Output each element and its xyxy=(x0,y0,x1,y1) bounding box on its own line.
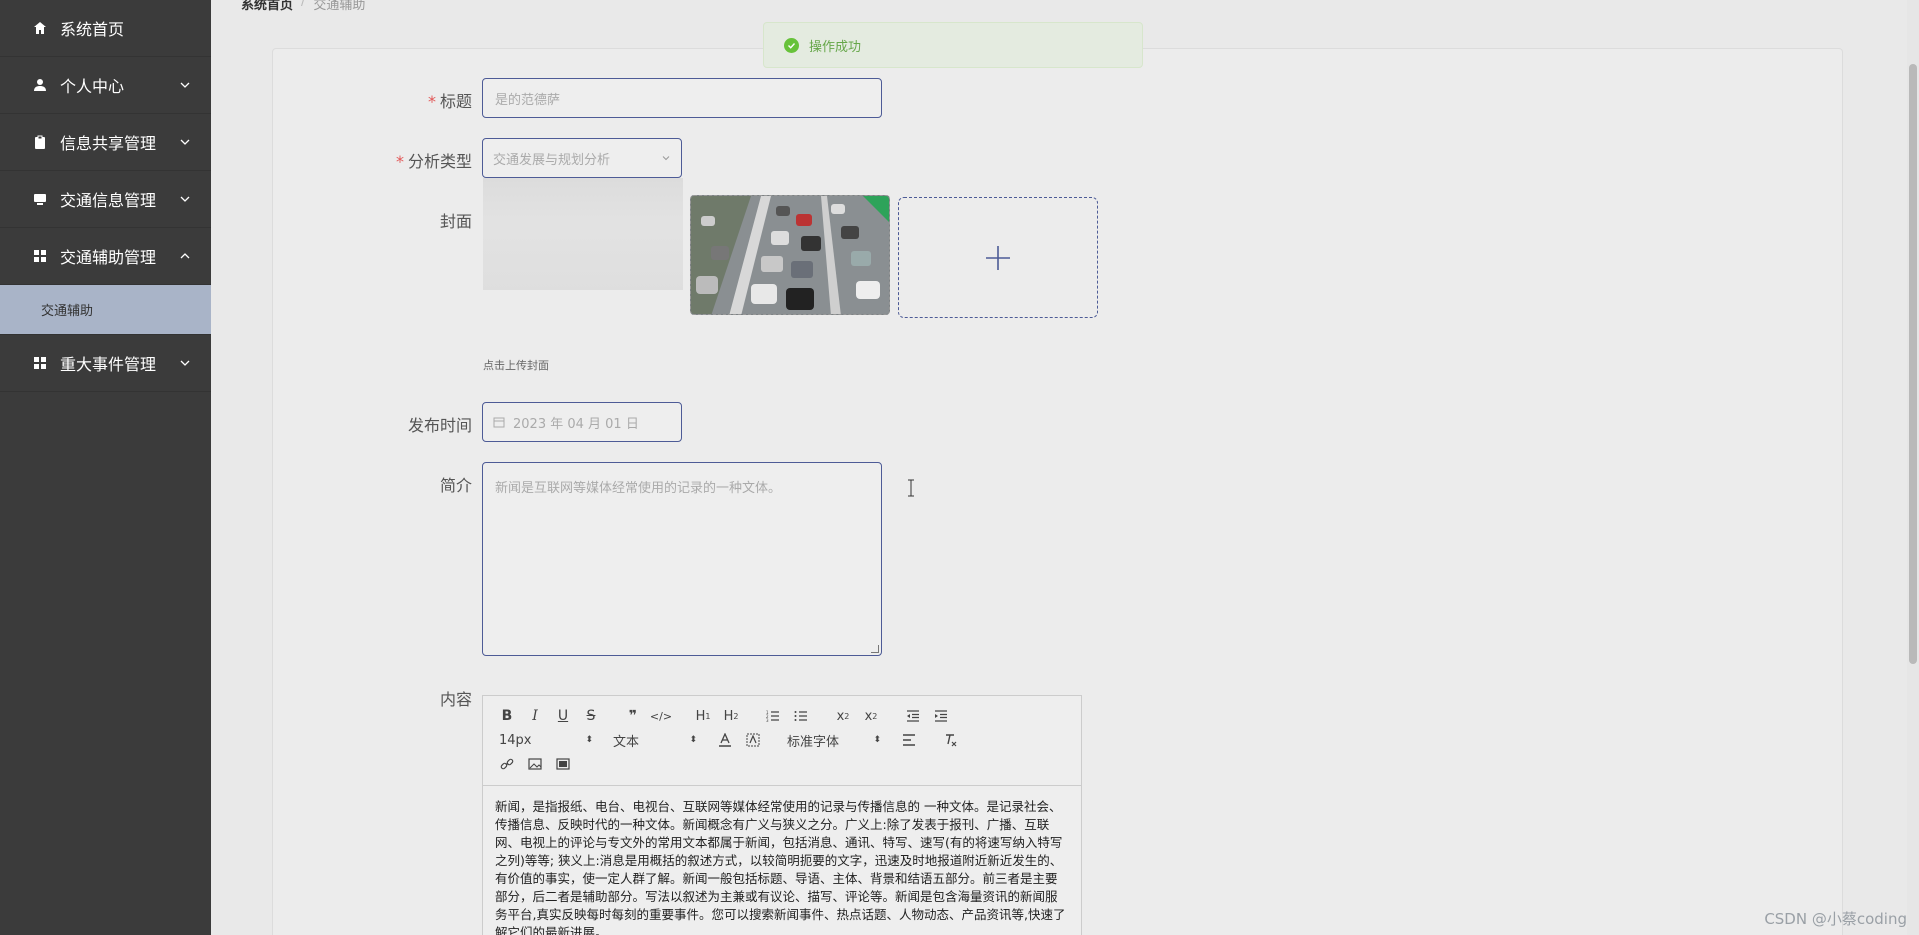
clear-format-icon[interactable] xyxy=(937,728,965,752)
date-picker[interactable]: 2023 年 04 月 01 日 xyxy=(482,402,682,442)
traffic-image xyxy=(691,196,889,314)
rich-text-editor[interactable]: B I U S ❞ </> H1 H2 123 x2 x2 14px ⬍ 文本 ⬍ xyxy=(482,695,1082,935)
date-label: 发布时间 xyxy=(407,416,472,435)
heading1-button[interactable]: H1 xyxy=(689,704,717,728)
chevron-down-icon xyxy=(180,139,190,145)
upload-cover-button[interactable] xyxy=(898,197,1098,318)
bullet-list-icon[interactable] xyxy=(787,704,815,728)
chevron-down-icon xyxy=(180,82,190,88)
link-icon[interactable] xyxy=(493,752,521,776)
page-scrollbar[interactable] xyxy=(1907,0,1919,935)
font-color-icon[interactable] xyxy=(711,728,739,752)
align-icon[interactable] xyxy=(895,728,923,752)
grid-icon xyxy=(32,355,48,371)
superscript-button[interactable]: x2 xyxy=(857,704,885,728)
cover-image-thumbnail[interactable] xyxy=(690,195,890,315)
chevron-down-icon xyxy=(662,156,670,161)
subscript-button[interactable]: x2 xyxy=(829,704,857,728)
bold-button[interactable]: B xyxy=(493,704,521,728)
sidebar-item-info-share[interactable]: 信息共享管理 xyxy=(0,114,211,171)
cover-image-ghost xyxy=(483,178,683,290)
title-input[interactable]: 是的范德萨 xyxy=(482,78,882,118)
strike-button[interactable]: S xyxy=(577,704,605,728)
watermark: CSDN @小蔡coding xyxy=(1764,910,1907,928)
grid-icon xyxy=(32,248,48,264)
content-label: 内容 xyxy=(439,690,472,709)
chevron-down-icon xyxy=(180,196,190,202)
success-corner-badge xyxy=(862,196,889,223)
breadcrumb: 系统首页 / 交通辅助 xyxy=(241,0,365,13)
intro-textarea[interactable]: 新闻是互联网等媒体经常使用的记录的一种文体。 xyxy=(482,462,882,656)
editor-content[interactable]: 新闻，是指报纸、电台、电视台、互联网等媒体经常使用的记录与传播信息的 一种文体。… xyxy=(483,786,1081,935)
date-value: 2023 年 04 月 01 日 xyxy=(513,416,639,432)
chevron-up-icon xyxy=(180,253,190,259)
indent-icon[interactable] xyxy=(927,704,955,728)
sidebar-item-label: 系统首页 xyxy=(60,20,125,39)
underline-button[interactable]: U xyxy=(549,704,577,728)
scrollbar-thumb[interactable] xyxy=(1909,64,1917,664)
italic-button[interactable]: I xyxy=(521,704,549,728)
sidebar-item-label: 个人中心 xyxy=(60,77,125,96)
type-value: 交通发展与规划分析 xyxy=(493,152,611,168)
heading2-button[interactable]: H2 xyxy=(717,704,745,728)
type-select[interactable]: 交通发展与规划分析 xyxy=(482,138,682,178)
plus-icon xyxy=(986,245,1010,270)
toast-message: 操作成功 xyxy=(809,39,862,55)
video-icon[interactable] xyxy=(549,752,577,776)
sidebar-subitem-label: 交通辅助 xyxy=(41,304,94,319)
sidebar-subitem-traffic-assist[interactable]: 交通辅助 xyxy=(0,285,211,335)
sidebar-item-label: 信息共享管理 xyxy=(60,134,157,153)
user-icon xyxy=(32,77,48,93)
ordered-list-icon[interactable]: 123 xyxy=(759,704,787,728)
intro-label: 简介 xyxy=(439,476,472,495)
sidebar-item-label: 交通辅助管理 xyxy=(60,248,157,267)
breadcrumb-home[interactable]: 系统首页 xyxy=(241,0,293,13)
cover-hint: 点击上传封面 xyxy=(483,359,549,372)
background-color-icon[interactable] xyxy=(739,728,767,752)
breadcrumb-separator: / xyxy=(301,0,306,9)
title-label: * 标题 xyxy=(427,92,472,111)
resize-handle[interactable] xyxy=(871,645,879,653)
type-label: * 分析类型 xyxy=(395,152,472,171)
sidebar-item-traffic-assist[interactable]: 交通辅助管理 xyxy=(0,228,211,285)
breadcrumb-current: 交通辅助 xyxy=(313,0,366,13)
calendar-icon xyxy=(493,417,505,428)
success-toast: 操作成功 xyxy=(763,22,1143,68)
font-size-select[interactable]: 14px ⬍ xyxy=(493,733,593,748)
title-value: 是的范德萨 xyxy=(495,92,561,108)
blockquote-button[interactable]: ❞ xyxy=(619,704,647,728)
font-family-select[interactable]: 标准字体 ⬍ xyxy=(781,731,881,750)
sidebar-item-personal[interactable]: 个人中心 xyxy=(0,57,211,114)
sidebar-item-label: 交通信息管理 xyxy=(60,191,157,210)
intro-value: 新闻是互联网等媒体经常使用的记录的一种文体。 xyxy=(495,481,782,496)
text-cursor-icon xyxy=(908,479,914,497)
check-circle-icon xyxy=(784,37,799,53)
cover-label: 封面 xyxy=(439,212,472,231)
sidebar-item-traffic-info[interactable]: 交通信息管理 xyxy=(0,171,211,228)
sidebar-item-label: 重大事件管理 xyxy=(60,355,157,374)
outdent-icon[interactable] xyxy=(899,704,927,728)
image-icon[interactable] xyxy=(521,752,549,776)
editor-toolbar: B I U S ❞ </> H1 H2 123 x2 x2 14px ⬍ 文本 ⬍ xyxy=(483,696,1081,786)
sidebar-item-home[interactable]: 系统首页 xyxy=(0,0,211,57)
clipboard-icon xyxy=(32,134,48,150)
sidebar-item-major-events[interactable]: 重大事件管理 xyxy=(0,335,211,392)
header-select[interactable]: 文本 ⬍ xyxy=(607,731,697,750)
monitor-icon xyxy=(32,191,48,207)
chevron-down-icon xyxy=(180,360,190,366)
sidebar: 系统首页 个人中心 信息共享管理 交通信息管理 交通辅助管理 交通辅助 重大事件… xyxy=(0,0,211,935)
code-block-button[interactable]: </> xyxy=(647,704,675,728)
home-icon xyxy=(32,20,48,36)
svg-text:3: 3 xyxy=(766,718,769,722)
